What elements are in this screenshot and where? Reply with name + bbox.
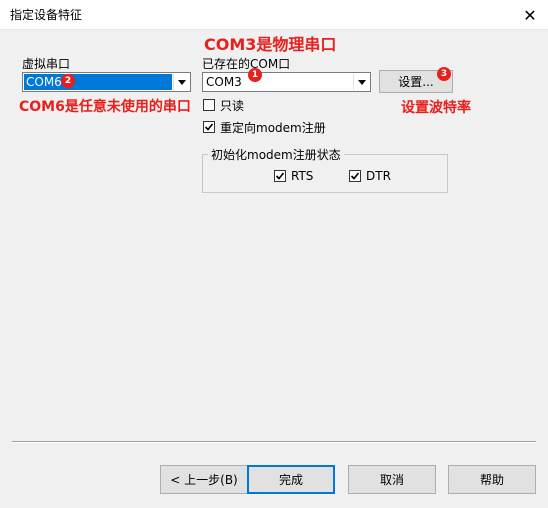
title-bar: 指定设备特征 ✕ [0,0,548,30]
annotation-badge-1: 1 [248,68,262,82]
settings-button-label: 设置... [398,75,434,89]
rts-label: RTS [291,169,314,183]
checkmark-icon [275,172,285,180]
checkmark-icon [204,123,214,131]
chevron-down-icon[interactable] [173,74,189,90]
annotation-badge-3: 3 [437,67,451,81]
rts-checkbox[interactable] [274,170,286,182]
virtual-port-value: COM6 [24,74,172,90]
existing-port-select[interactable]: COM3 [202,72,371,92]
back-button[interactable]: < 上一步(B) [160,465,248,494]
annotation-com6-unused: COM6是任意未使用的串口 [19,99,191,115]
help-button[interactable]: 帮助 [448,465,536,494]
finish-button[interactable]: 完成 [247,465,335,494]
finish-button-label: 完成 [278,473,303,487]
existing-port-label: 已存在的COM口 [202,57,291,71]
annotation-badge-2: 2 [61,74,75,88]
chevron-down-icon[interactable] [353,74,369,90]
back-button-label: < 上一步(B) [170,473,238,487]
close-button[interactable]: ✕ [512,0,548,30]
virtual-port-label: 虚拟串口 [22,57,71,71]
checkmark-icon [350,172,360,180]
footer-separator [12,441,536,443]
window-title: 指定设备特征 [10,8,83,22]
existing-port-value: COM3 [206,75,242,89]
init-modem-group-title: 初始化modem注册状态 [208,146,344,163]
dialog-window: 指定设备特征 ✕ COM3是物理串口 虚拟串口 COM6 2 COM6是任意未使… [0,0,548,508]
readonly-label: 只读 [220,99,245,113]
annotation-baud-rate: 设置波特率 [401,100,471,116]
virtual-port-select[interactable]: COM6 [22,72,191,92]
cancel-button-label: 取消 [379,473,404,487]
readonly-checkbox[interactable] [203,99,215,111]
redirect-modem-checkbox[interactable] [203,121,215,133]
dtr-checkbox[interactable] [349,170,361,182]
dtr-label: DTR [366,169,391,183]
cancel-button[interactable]: 取消 [348,465,436,494]
annotation-com3-physical: COM3是物理串口 [204,35,337,54]
redirect-modem-label: 重定向modem注册 [220,121,326,135]
help-button-label: 帮助 [479,473,504,487]
close-icon: ✕ [523,5,537,25]
